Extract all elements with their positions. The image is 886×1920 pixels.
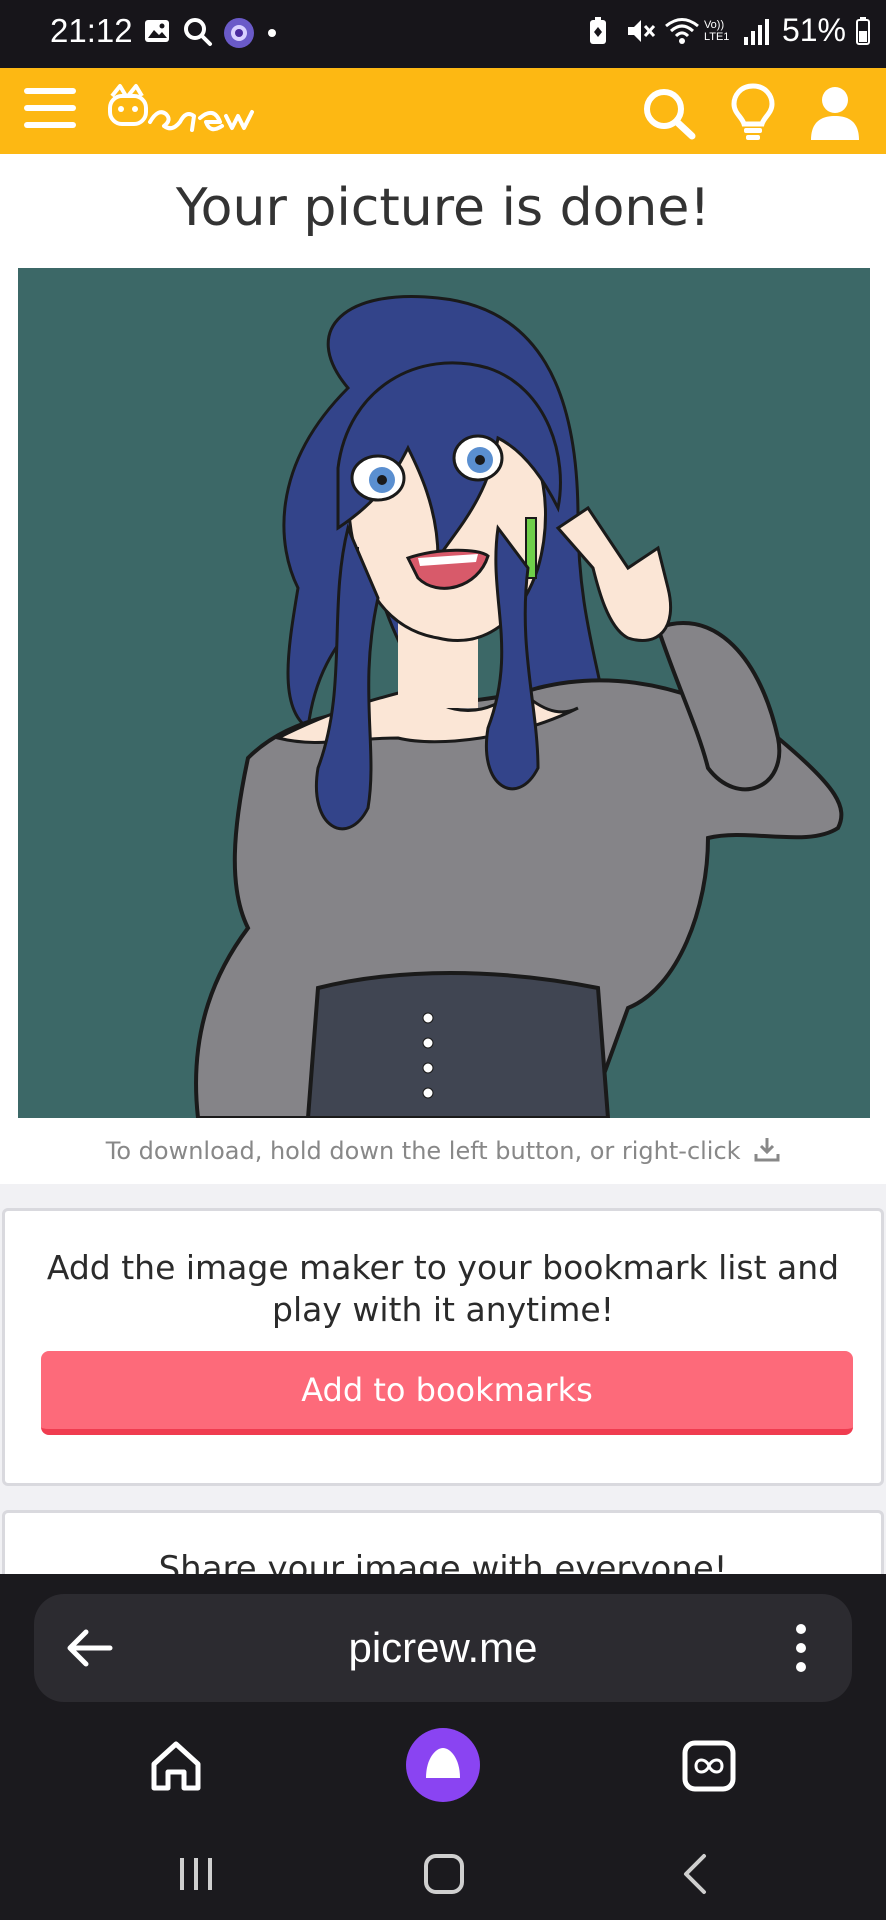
search-icon xyxy=(182,16,214,48)
home-icon[interactable] xyxy=(148,1738,204,1794)
add-to-bookmarks-button[interactable]: Add to bookmarks xyxy=(41,1351,853,1435)
search-icon[interactable] xyxy=(640,86,698,140)
assistant-icon[interactable] xyxy=(406,1728,480,1802)
download-hint: To download, hold down the left button, … xyxy=(0,1136,886,1168)
battery-saver-icon xyxy=(584,15,616,47)
wifi-icon xyxy=(664,15,699,47)
download-icon xyxy=(754,1136,780,1168)
battery-icon xyxy=(854,15,872,47)
browser-bottom-bar: picrew.me xyxy=(0,1574,886,1920)
volte-icon: Vo)) LTE1 xyxy=(703,18,730,43)
address-bar[interactable]: picrew.me xyxy=(34,1594,852,1702)
bookmark-text: Add the image maker to your bookmark lis… xyxy=(46,1248,840,1329)
lightbulb-icon[interactable] xyxy=(730,82,776,142)
mute-icon xyxy=(624,15,656,47)
status-bar: 21:12 Vo)) LTE1 51% xyxy=(0,0,886,68)
recents-icon[interactable] xyxy=(176,1854,216,1894)
download-hint-text: To download, hold down the left button, … xyxy=(105,1137,741,1165)
battery-percent: 51% xyxy=(781,12,846,48)
gallery-icon xyxy=(142,16,174,48)
tabs-icon[interactable] xyxy=(682,1740,736,1792)
back-icon[interactable] xyxy=(680,1852,710,1896)
signal-icon xyxy=(742,15,774,47)
status-left-icons xyxy=(142,16,294,48)
app-avatar-icon xyxy=(222,16,254,48)
bookmark-card: Add the image maker to your bookmark lis… xyxy=(2,1208,884,1486)
status-right-icons: Vo)) LTE1 51% xyxy=(584,12,872,49)
status-time: 21:12 xyxy=(50,12,133,49)
more-options-icon[interactable] xyxy=(796,1624,808,1672)
menu-icon[interactable] xyxy=(24,88,76,132)
home-nav-icon[interactable] xyxy=(424,1854,464,1894)
picrew-logo[interactable] xyxy=(106,82,276,140)
dot-icon xyxy=(262,16,294,48)
url-text[interactable]: picrew.me xyxy=(34,1624,852,1672)
result-image[interactable] xyxy=(18,268,870,1118)
app-header xyxy=(0,68,886,154)
user-icon[interactable] xyxy=(808,84,862,142)
page-title: Your picture is done! xyxy=(175,178,711,238)
